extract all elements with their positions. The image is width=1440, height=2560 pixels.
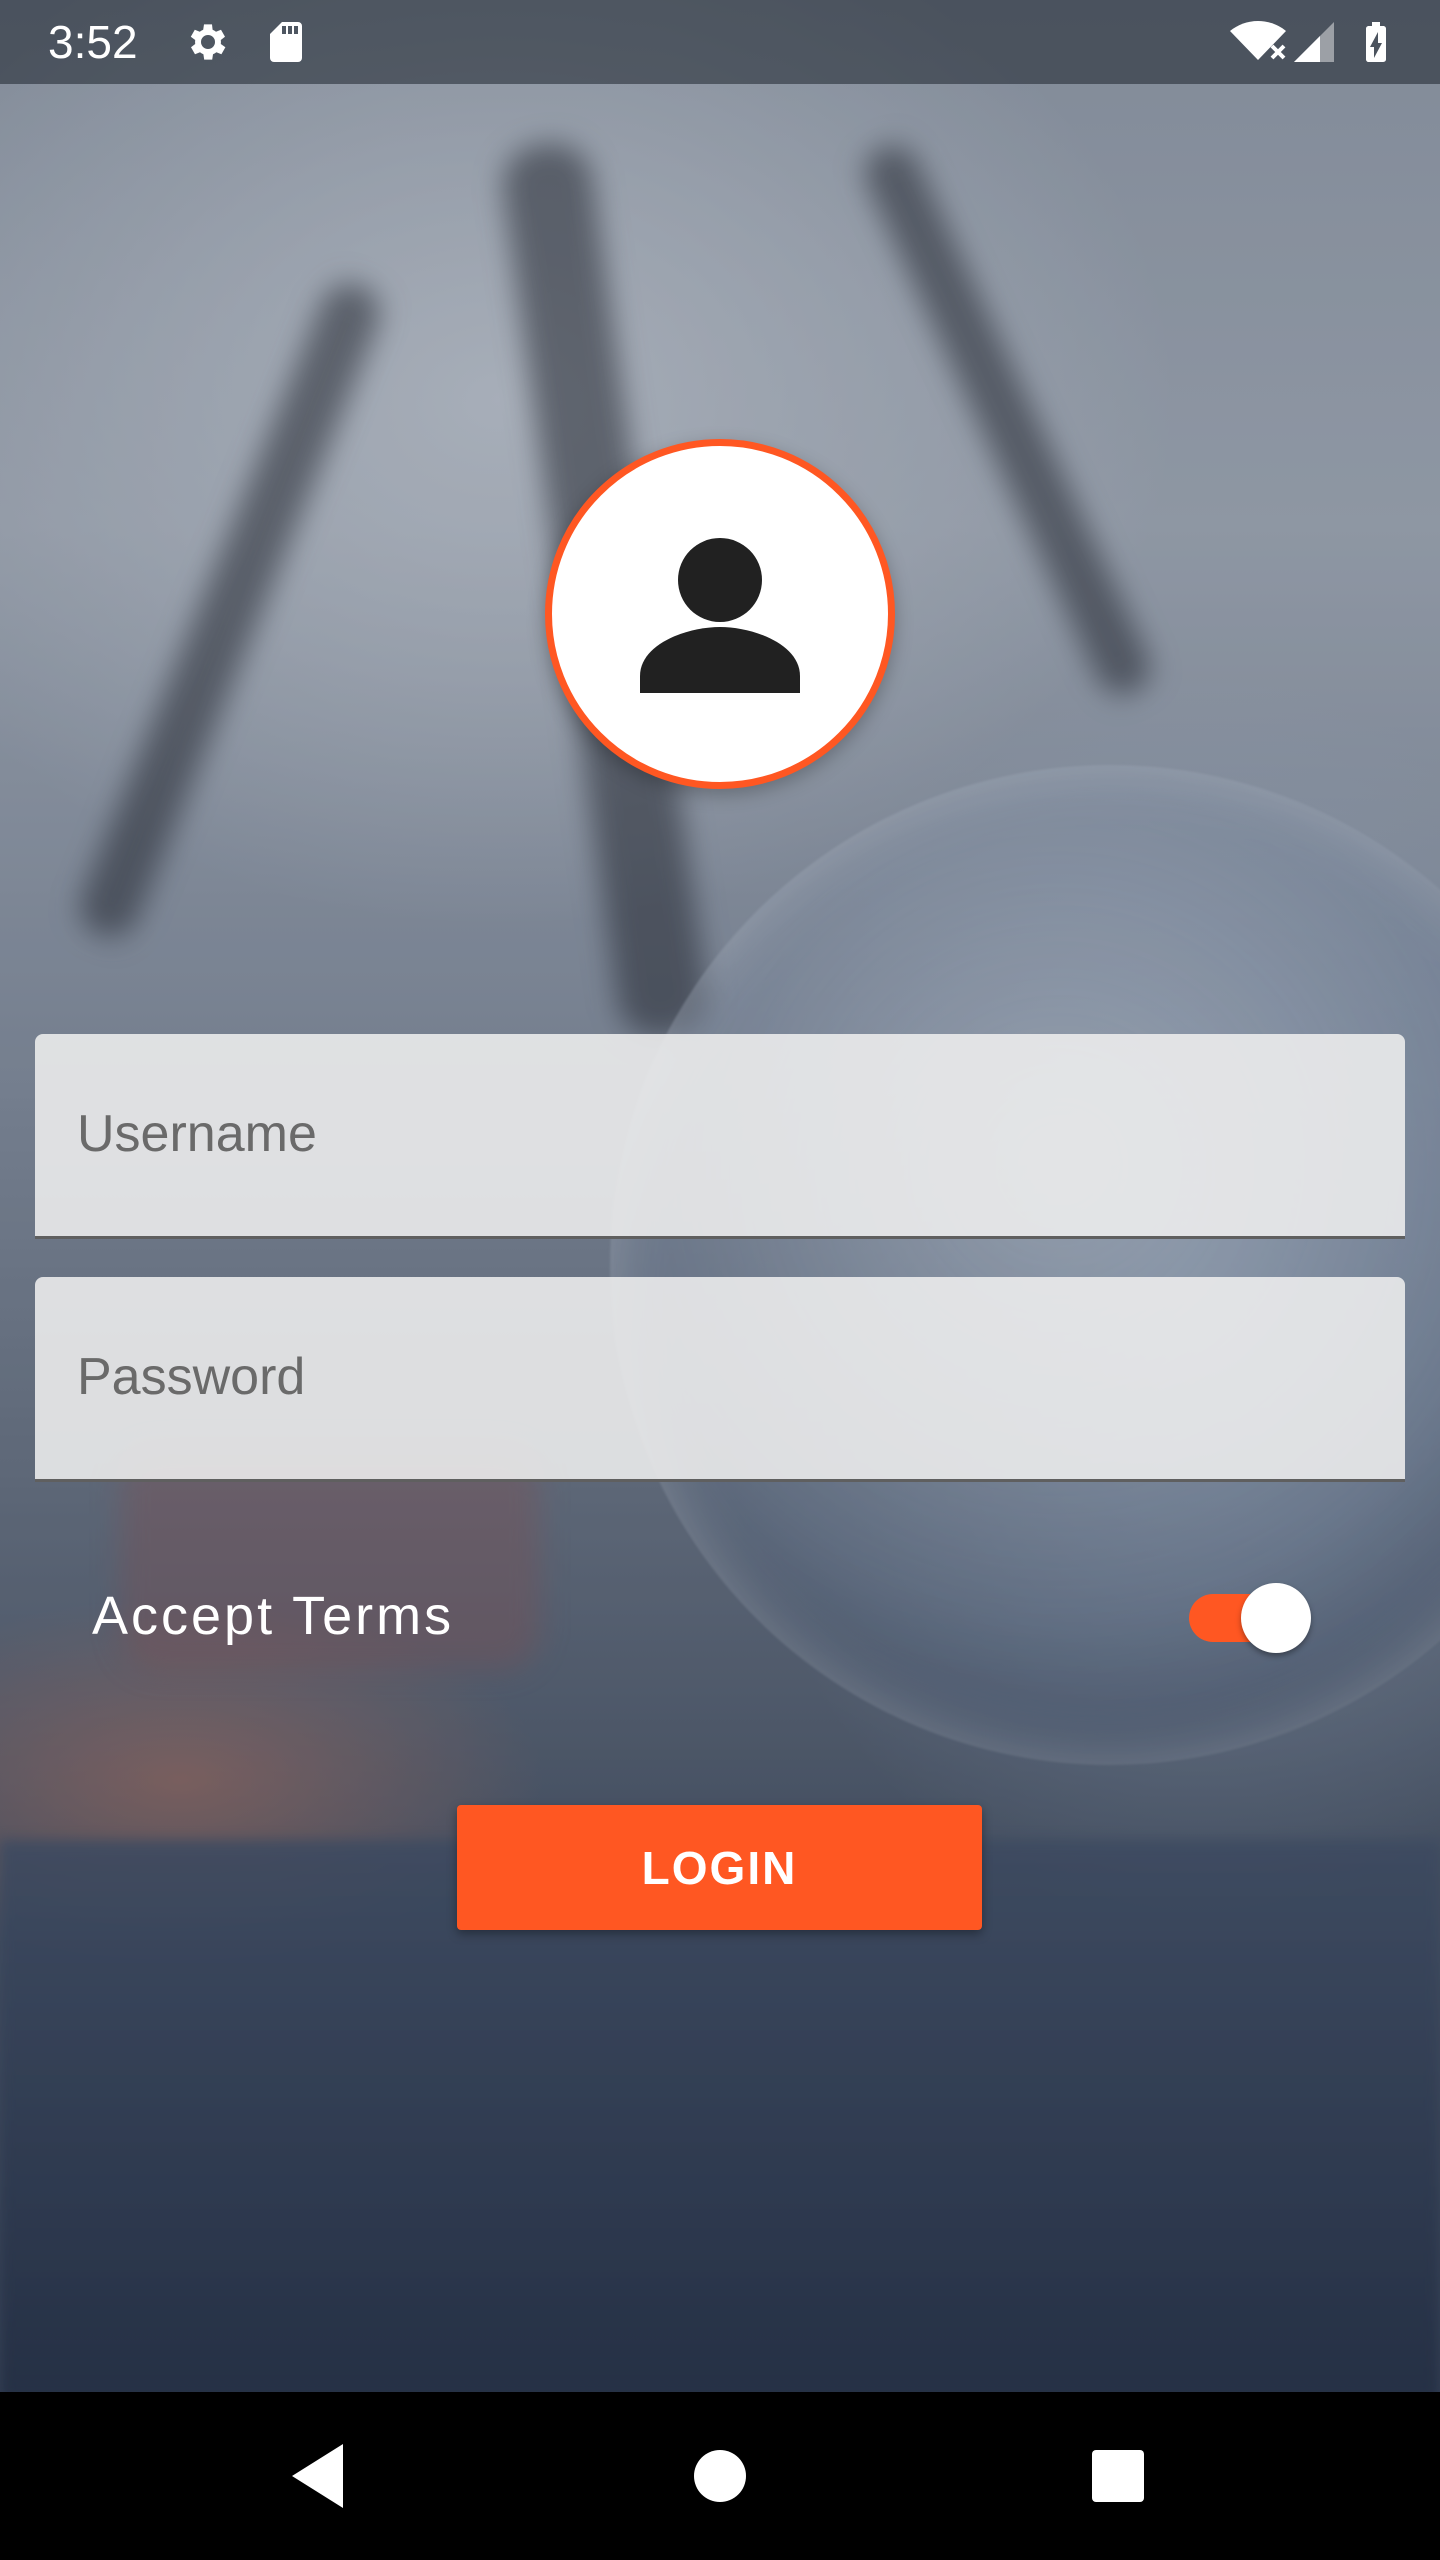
accept-terms-label: Accept Terms: [92, 1586, 455, 1646]
login-button[interactable]: LOGIN: [457, 1805, 982, 1930]
back-icon[interactable]: [268, 2426, 368, 2526]
switch-thumb: [1241, 1583, 1311, 1653]
person-icon: [640, 538, 800, 693]
password-input[interactable]: [77, 1277, 1357, 1477]
status-bar: 3:52: [0, 0, 1440, 84]
wifi-icon: [1228, 18, 1288, 66]
sd-card-icon: [262, 18, 310, 66]
battery-charging-icon: [1352, 18, 1400, 66]
username-field[interactable]: [35, 1034, 1405, 1239]
password-field[interactable]: [35, 1277, 1405, 1482]
status-time: 3:52: [48, 16, 138, 68]
avatar: [545, 439, 895, 789]
cell-signal-icon: [1290, 18, 1338, 66]
gear-icon: [184, 18, 232, 66]
username-input[interactable]: [77, 1034, 1357, 1234]
recents-icon[interactable]: [1068, 2426, 1168, 2526]
navigation-bar: [0, 2392, 1440, 2560]
accept-terms-switch[interactable]: [1185, 1580, 1315, 1653]
home-icon[interactable]: [670, 2426, 770, 2526]
